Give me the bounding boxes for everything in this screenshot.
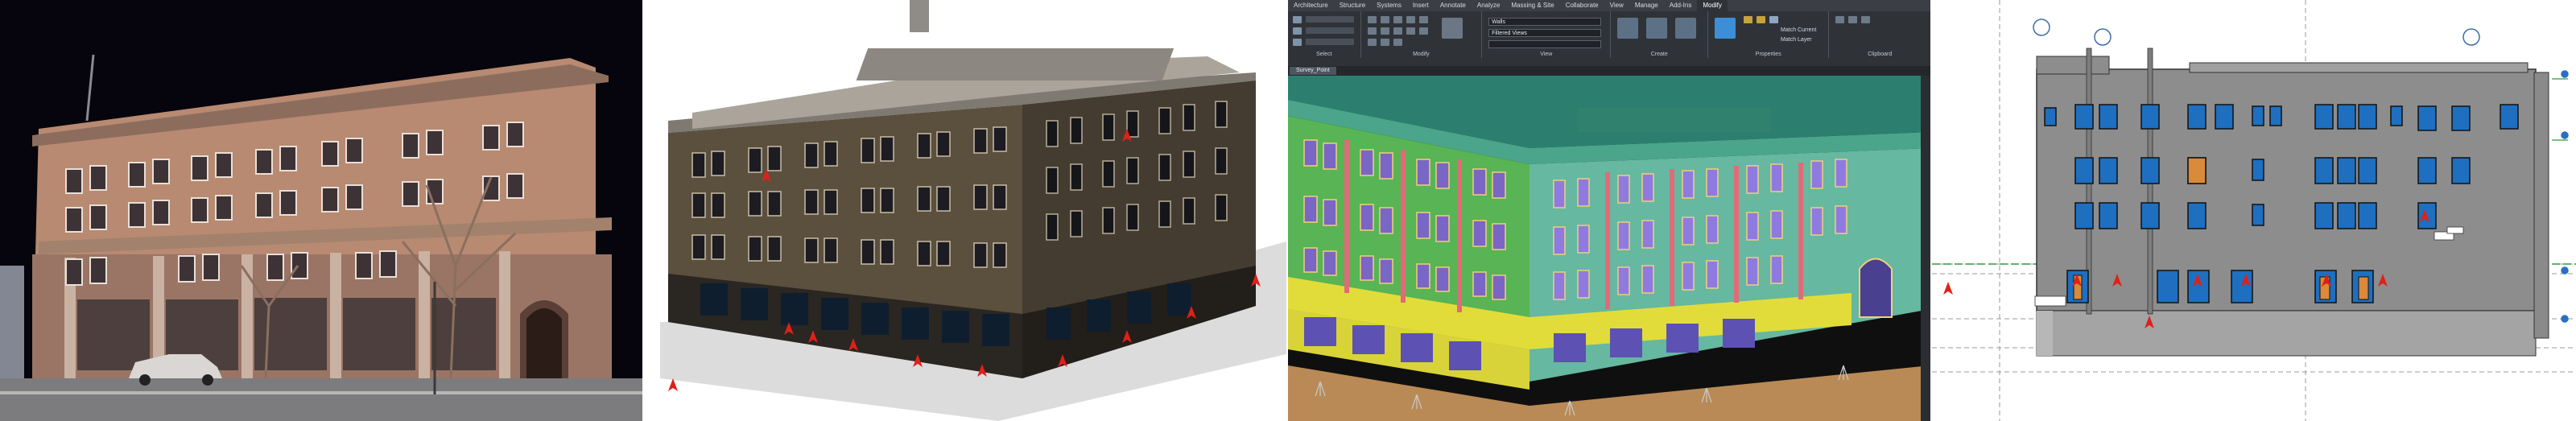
section-button[interactable] [1675,18,1697,39]
view-dropdown[interactable] [1488,40,1602,48]
photo-panel [0,0,642,421]
tab-architecture[interactable]: Architecture [1288,0,1334,11]
tab-view[interactable]: View [1604,0,1629,11]
align-icon[interactable] [1418,27,1428,35]
create-button[interactable] [1617,18,1639,39]
tab-systems[interactable]: Systems [1371,0,1407,11]
filter-button[interactable] [1646,18,1668,39]
select-tool[interactable] [1306,16,1354,23]
cut-icon[interactable] [1848,16,1858,23]
extrude-tool[interactable] [1306,27,1354,34]
tab-addins[interactable]: Add-Ins [1664,0,1698,11]
unpin-icon[interactable] [1393,39,1402,46]
group-label: Select [1316,52,1332,57]
revit-ui-panel: Architecture Structure Systems Insert An… [1288,0,1930,421]
select-icon[interactable] [1293,16,1302,23]
group-label: Create [1650,52,1668,57]
colored-model-view [1288,76,1930,421]
group-properties: Match Current Match Layer Properties [1708,11,1830,58]
bim-model-view [644,0,1286,421]
walls-dropdown[interactable]: Walls [1488,18,1602,26]
layer3-icon[interactable] [1769,16,1779,23]
offset-icon[interactable] [1367,27,1377,35]
trim-icon[interactable] [1418,16,1428,23]
match-layer-button[interactable]: Match Layer [1781,37,1812,43]
group-label: Properties [1755,52,1781,57]
bim-model-panel [644,0,1286,421]
extend-icon[interactable] [1293,27,1302,35]
group-select: Select [1288,11,1361,58]
group-modify: Modify [1361,11,1483,58]
group-label: Clipboard [1868,52,1893,57]
layer-icon[interactable] [1744,16,1753,23]
tab-structure[interactable]: Structure [1334,0,1371,11]
tab-annotate[interactable]: Annotate [1435,0,1472,11]
group-label: View [1540,52,1553,57]
copy-clip-icon[interactable] [1861,16,1871,23]
scale-icon[interactable] [1393,27,1402,35]
layer2-icon[interactable] [1757,16,1766,23]
tab-survey-point[interactable]: Survey_Point [1290,67,1336,75]
ribbon: Architecture Structure Systems Insert An… [1288,0,1930,67]
building-photo [0,0,642,421]
group-clipboard: Clipboard [1829,11,1930,58]
group-create: Create [1611,11,1709,58]
copy-icon[interactable] [1380,16,1389,23]
measure-button[interactable] [1441,18,1463,39]
array-icon[interactable] [1380,27,1389,35]
move-icon[interactable] [1367,16,1377,23]
tab-massing[interactable]: Massing & Site [1505,0,1559,11]
separate-tool[interactable] [1306,39,1354,45]
group-view: Walls Filtered Views View [1482,11,1612,58]
mirror-icon[interactable] [1406,16,1415,23]
tab-insert[interactable]: Insert [1407,0,1435,11]
pin-icon[interactable] [1367,39,1377,46]
separate-icon[interactable] [1293,39,1302,46]
properties-button[interactable] [1715,18,1736,39]
image-strip: Architecture Structure Systems Insert An… [0,0,2576,421]
elevation-drawing [1932,0,2576,421]
tab-analyze[interactable]: Analyze [1472,0,1505,11]
elevation-panel [1932,0,2576,421]
ribbon-tabs: Architecture Structure Systems Insert An… [1288,0,1930,11]
group-label: Modify [1413,52,1430,57]
tab-modify[interactable]: Modify [1697,0,1728,11]
view-tabs: Survey_Point [1288,66,1930,76]
rotate-icon[interactable] [1393,16,1402,23]
filter-dropdown[interactable]: Filtered Views [1488,29,1602,37]
paste-icon[interactable] [1835,16,1845,23]
tab-collaborate[interactable]: Collaborate [1560,0,1604,11]
split-icon[interactable] [1406,27,1415,35]
delete-icon[interactable] [1380,39,1389,46]
ribbon-groups: Select Modify Walls Filtered Views View … [1288,11,1930,58]
match-current-button[interactable]: Match Current [1781,27,1816,34]
tab-manage[interactable]: Manage [1629,0,1664,11]
